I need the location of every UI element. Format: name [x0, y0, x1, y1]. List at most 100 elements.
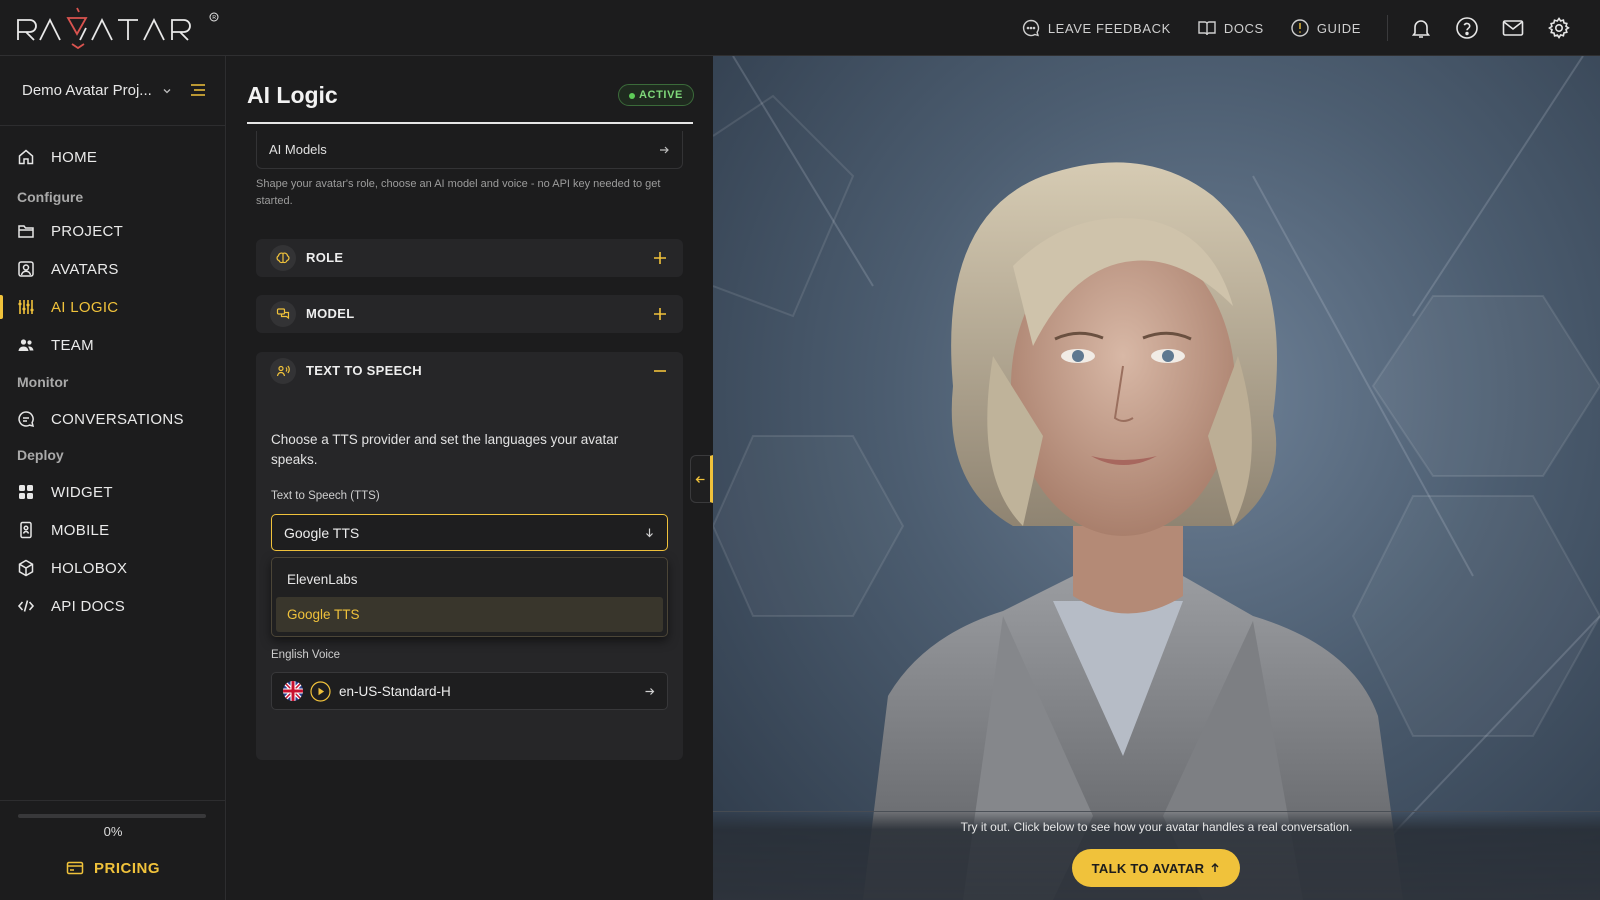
section-configure: Configure	[17, 189, 84, 205]
arrow-up-icon	[1211, 863, 1219, 872]
sidebar: Demo Avatar Proj... HOME Configure PROJE…	[0, 56, 226, 900]
sidebar-item-label: HOLOBOX	[51, 559, 128, 577]
avatar-preview: Try it out. Click below to see how your …	[713, 56, 1600, 900]
collapse-panel-button[interactable]	[690, 455, 713, 503]
ai-models-link[interactable]: AI Models	[256, 131, 683, 169]
dropdown-option-elevenlabs[interactable]: ElevenLabs	[276, 562, 663, 597]
avatar-icon	[18, 261, 34, 277]
cube-icon	[18, 559, 34, 577]
docs-link[interactable]: DOCS	[1197, 18, 1264, 38]
credit-card-icon	[66, 861, 84, 875]
plus-icon[interactable]	[653, 307, 667, 321]
sidebar-item-label: MOBILE	[51, 521, 110, 539]
section-deploy: Deploy	[17, 447, 64, 463]
role-accordion[interactable]: ROLE	[256, 239, 683, 277]
menu-toggle-icon[interactable]	[189, 81, 207, 99]
model-label: MODEL	[306, 306, 355, 321]
usage-progress-bar	[18, 814, 206, 818]
svg-text:R: R	[212, 15, 216, 21]
title-underline	[247, 122, 693, 124]
book-icon	[1198, 21, 1216, 36]
grid-icon	[19, 485, 33, 499]
model-accordion[interactable]: MODEL	[256, 295, 683, 333]
pricing-label: PRICING	[94, 859, 161, 877]
voice-field-label: English Voice	[271, 649, 341, 661]
folder-icon	[18, 225, 34, 238]
sidebar-item-label: CONVERSATIONS	[51, 410, 184, 428]
tts-icon-wrap	[270, 358, 296, 384]
leave-feedback-link[interactable]: LEAVE FEEDBACK	[1021, 18, 1171, 38]
voice-value: en-US-Standard-H	[339, 683, 451, 699]
home-icon	[18, 149, 34, 165]
project-selector[interactable]: Demo Avatar Proj...	[22, 82, 172, 99]
gear-icon	[1548, 17, 1570, 39]
messages-button[interactable]	[1490, 0, 1536, 56]
sidebar-item-team[interactable]: TEAM	[0, 327, 226, 363]
role-icon-wrap	[270, 245, 296, 271]
help-icon	[1456, 17, 1478, 39]
ravatar-logo[interactable]: R	[16, 6, 226, 52]
model-icon-wrap	[270, 301, 296, 327]
feedback-icon	[1022, 19, 1039, 37]
notifications-button[interactable]	[1398, 0, 1444, 56]
tts-selected-value: Google TTS	[284, 524, 360, 541]
tts-provider-select[interactable]: Google TTS	[271, 514, 668, 551]
plus-icon[interactable]	[653, 251, 667, 265]
sidebar-item-project[interactable]: PROJECT	[0, 213, 226, 249]
sidebar-item-widget[interactable]: WIDGET	[0, 474, 226, 510]
mail-icon	[1502, 20, 1524, 36]
divider	[0, 800, 226, 801]
talk-to-avatar-button[interactable]: TALK TO AVATAR	[1072, 849, 1240, 887]
text-to-speech-accordion: TEXT TO SPEECH Choose a TTS provider and…	[256, 352, 683, 760]
sidebar-item-avatars[interactable]: AVATARS	[0, 251, 226, 287]
sidebar-item-holobox[interactable]: HOLOBOX	[0, 550, 226, 586]
guide-label: GUIDE	[1316, 20, 1361, 36]
sliders-icon	[18, 300, 34, 314]
sidebar-item-label: PROJECT	[51, 222, 124, 240]
sidebar-item-api-docs[interactable]: API DOCS	[0, 588, 226, 624]
team-icon	[18, 339, 34, 351]
sidebar-item-ai-logic[interactable]: AI LOGIC	[0, 289, 226, 325]
sidebar-item-label: AI LOGIC	[51, 298, 119, 316]
leave-feedback-label: LEAVE FEEDBACK	[1047, 20, 1171, 36]
sidebar-item-label: API DOCS	[51, 597, 126, 615]
sidebar-item-label: WIDGET	[51, 483, 113, 501]
minus-icon[interactable]	[653, 364, 667, 378]
uk-flag-icon	[283, 681, 303, 701]
guide-link[interactable]: GUIDE	[1290, 18, 1361, 38]
sidebar-item-home[interactable]: HOME	[0, 139, 226, 175]
project-name: Demo Avatar Proj...	[22, 82, 152, 99]
talk-to-avatar-label: TALK TO AVATAR	[1091, 860, 1205, 876]
tts-label[interactable]: TEXT TO SPEECH	[306, 363, 422, 378]
usage-progress-text: 0%	[103, 824, 123, 839]
sidebar-item-mobile[interactable]: MOBILE	[0, 512, 226, 548]
page-title: AI Logic	[247, 82, 338, 108]
arrow-right-icon	[645, 687, 655, 695]
sidebar-item-label: AVATARS	[51, 260, 119, 278]
tts-provider-dropdown: ElevenLabs Google TTS	[271, 557, 668, 637]
help-text: Shape your avatar's role, choose an AI m…	[256, 178, 661, 207]
role-label: ROLE	[306, 250, 344, 265]
ai-logic-panel: AI Logic ACTIVE AI Models Shape your ava…	[227, 56, 713, 900]
tts-description: Choose a TTS provider and set the langua…	[271, 432, 619, 467]
settings-button[interactable]	[1536, 0, 1582, 56]
english-voice-selector[interactable]: en-US-Standard-H	[271, 672, 668, 710]
project-header: Demo Avatar Proj...	[0, 56, 226, 126]
sidebar-item-conversations[interactable]: CONVERSATIONS	[0, 401, 226, 437]
chat-bubbles-icon	[276, 308, 290, 320]
top-bar: R LEAVE FEEDBACK DOCS GUIDE	[0, 0, 1600, 56]
dropdown-option-google-tts[interactable]: Google TTS	[276, 597, 663, 632]
pricing-button[interactable]: PRICING	[66, 859, 160, 877]
chat-icon	[18, 411, 35, 428]
play-icon[interactable]	[310, 680, 331, 702]
help-button[interactable]	[1444, 0, 1490, 56]
section-monitor: Monitor	[17, 374, 69, 390]
docs-label: DOCS	[1223, 20, 1264, 36]
bell-icon	[1411, 20, 1431, 38]
brain-icon	[276, 252, 290, 264]
tts-field-label: Text to Speech (TTS)	[271, 490, 380, 502]
arrow-left-icon	[695, 475, 705, 483]
code-icon	[17, 600, 35, 612]
ai-models-label: AI Models	[269, 142, 327, 157]
avatar-image	[713, 56, 1600, 900]
